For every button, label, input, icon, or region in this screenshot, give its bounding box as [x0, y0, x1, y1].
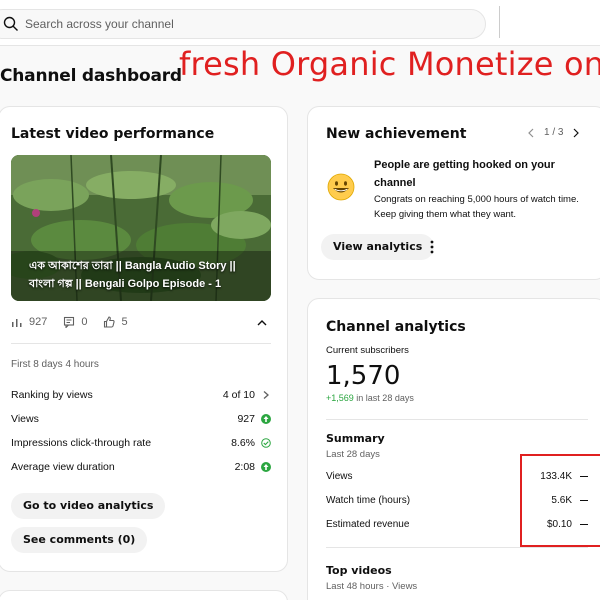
subscribers-delta-value: +1,569 — [326, 393, 354, 403]
metric-row-avg-duration: Average view duration 2:08 — [11, 459, 271, 475]
metric-label: Average view duration — [11, 461, 115, 473]
likes-count: 5 — [121, 316, 128, 328]
pager-label: 1 / 3 — [544, 127, 564, 138]
top-bar — [0, 0, 600, 46]
summary-label: Views — [326, 470, 353, 482]
likes-stat: 5 — [103, 316, 128, 328]
views-count: 927 — [29, 316, 48, 328]
summary-label: Estimated revenue — [326, 518, 410, 530]
achievement-heading: New achievement — [326, 126, 467, 142]
highlight-annotation-box — [520, 454, 600, 547]
subscribers-label: Current subscribers — [326, 345, 409, 356]
metric-label: Impressions click-through rate — [11, 437, 152, 449]
metric-value: 8.6% — [231, 437, 255, 449]
see-comments-button[interactable]: See comments (0) — [11, 527, 148, 553]
topbar-divider — [499, 6, 500, 38]
achievement-pager: 1 / 3 — [526, 127, 581, 138]
metric-row-views: Views 927 — [11, 411, 271, 427]
chevron-right-icon[interactable] — [571, 128, 581, 138]
video-thumbnail[interactable]: এক আকাশের তারা || Bangla Audio Story || … — [11, 155, 271, 301]
comments-count: 0 — [81, 316, 88, 328]
search-icon — [3, 16, 18, 31]
search-input[interactable] — [25, 10, 465, 38]
subscribers-delta-suffix: in last 28 days — [356, 393, 414, 403]
comments-stat: 0 — [63, 316, 87, 328]
summary-heading: Summary — [326, 432, 385, 445]
divider — [11, 343, 271, 344]
metric-label: Views — [11, 413, 39, 425]
divider — [326, 547, 588, 548]
thumbs-up-icon — [104, 316, 116, 328]
comment-icon — [64, 316, 75, 328]
summary-period: Last 28 days — [326, 449, 380, 460]
latest-video-card: Latest video performance এক আকাশের তারা … — [0, 106, 288, 572]
period-label: First 8 days 4 hours — [11, 359, 99, 370]
metric-row-ctr: Impressions click-through rate 8.6% — [11, 435, 271, 451]
page-title: Channel dashboard — [0, 66, 182, 86]
metric-value: 927 — [237, 413, 255, 425]
arrow-up-green-icon — [261, 414, 271, 424]
subscribers-count: 1,570 — [326, 361, 401, 391]
thumbnail-title: এক আকাশের তারা || Bangla Audio Story || … — [29, 260, 236, 290]
subscribers-delta: +1,569 in last 28 days — [326, 393, 414, 403]
top-videos-period: Last 48 hours · Views — [326, 581, 418, 592]
achievement-headline: People are getting hooked on your channe… — [374, 159, 555, 189]
metric-label: Ranking by views — [11, 389, 93, 401]
metric-row-ranking[interactable]: Ranking by views 4 of 10 — [11, 387, 271, 403]
video-stats-row: 927 0 5 — [11, 315, 271, 329]
metric-value: 2:08 — [234, 461, 255, 473]
analytics-heading: Channel analytics — [326, 319, 466, 335]
divider — [326, 419, 588, 420]
arrow-up-green-icon — [261, 462, 271, 472]
bar-chart-icon — [12, 319, 22, 327]
top-videos-heading: Top videos — [326, 564, 392, 577]
latest-video-heading: Latest video performance — [11, 126, 215, 142]
metric-value: 4 of 10 — [222, 389, 255, 401]
go-to-video-analytics-button[interactable]: Go to video analytics — [11, 493, 166, 519]
grinning-face-icon — [327, 173, 355, 201]
summary-label: Watch time (hours) — [326, 494, 411, 506]
chevron-left-icon[interactable] — [526, 128, 536, 138]
achievement-card: New achievement 1 / 3 People are getting… — [307, 106, 600, 280]
chevron-right-icon — [263, 391, 269, 399]
chevron-up-icon[interactable] — [255, 316, 269, 330]
channel-analytics-card: Channel analytics Current subscribers 1,… — [307, 298, 600, 600]
view-analytics-button[interactable]: View analytics — [321, 234, 435, 260]
views-stat: 927 — [11, 316, 47, 328]
check-circle-icon — [261, 438, 271, 448]
search-box[interactable] — [0, 9, 486, 39]
next-card — [0, 590, 288, 600]
overlay-annotation-text: fresh Organic Monetize on — [179, 45, 600, 83]
more-vert-icon[interactable] — [426, 239, 438, 255]
achievement-body: Congrats on reaching 5,000 hours of watc… — [374, 194, 579, 220]
